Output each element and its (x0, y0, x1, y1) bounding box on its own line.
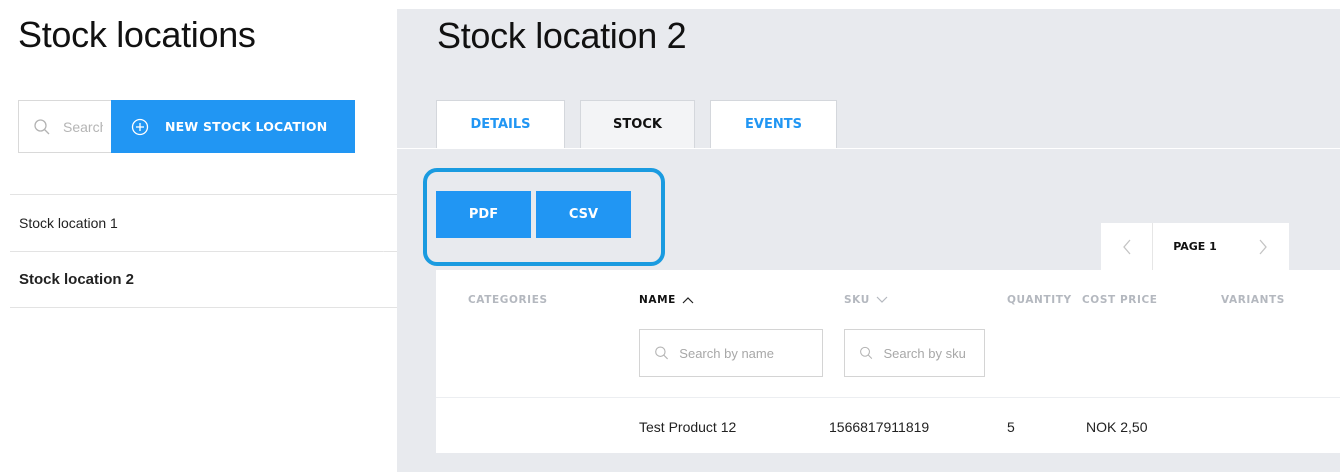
tab-stock[interactable]: STOCK (580, 100, 695, 148)
column-header-sku[interactable]: SKU (844, 294, 888, 306)
next-page-button[interactable] (1237, 223, 1289, 270)
row-divider (436, 397, 1340, 398)
page-indicator: PAGE 1 (1173, 240, 1217, 253)
column-header-categories: CATEGORIES (468, 294, 548, 306)
column-header-label: QUANTITY (1007, 294, 1072, 306)
tab-details[interactable]: DETAILS (436, 100, 565, 148)
location-search-input[interactable] (63, 118, 103, 135)
search-icon (655, 346, 668, 360)
new-stock-location-button[interactable]: NEW STOCK LOCATION (111, 100, 355, 153)
chevron-down-icon (876, 296, 888, 303)
location-item-label: Stock location 1 (19, 215, 118, 231)
name-filter-input[interactable] (679, 345, 822, 361)
column-header-label: CATEGORIES (468, 294, 548, 306)
active-item-pointer (383, 251, 397, 307)
stock-locations-panel: Stock locations NEW STOCK LOCATION Stock… (0, 0, 397, 472)
location-search[interactable] (18, 100, 112, 153)
column-header-quantity: QUANTITY (1007, 294, 1072, 306)
export-csv-button[interactable]: CSV (536, 191, 631, 238)
name-filter[interactable] (639, 329, 823, 377)
column-header-variants: VARIANTS (1221, 294, 1285, 306)
search-icon (34, 118, 50, 134)
location-item-active[interactable]: Stock location 2 (10, 251, 397, 308)
panel-title: Stock locations (18, 14, 256, 55)
stock-location-detail: Stock location 2 DETAILS STOCK EVENTS PD… (397, 9, 1340, 472)
location-item[interactable]: Stock location 1 (10, 194, 397, 251)
chevron-right-icon (1259, 239, 1267, 254)
cell-cost-price: NOK 2,50 (1086, 419, 1148, 435)
column-header-label: COST PRICE (1082, 294, 1158, 306)
pagination: PAGE 1 (1101, 223, 1289, 270)
page-title: Stock location 2 (437, 15, 687, 56)
sku-filter-input[interactable] (883, 345, 984, 361)
new-stock-location-label: NEW STOCK LOCATION (165, 119, 328, 134)
cell-quantity: 5 (1007, 419, 1015, 435)
previous-page-button[interactable] (1101, 223, 1153, 270)
chevron-left-icon (1122, 239, 1130, 254)
tab-events[interactable]: EVENTS (710, 100, 837, 148)
tab-bar: DETAILS STOCK EVENTS (436, 100, 852, 148)
plus-circle-icon (131, 118, 149, 135)
column-header-cost-price: COST PRICE (1082, 294, 1158, 306)
search-icon (860, 346, 873, 359)
column-header-label: NAME (639, 294, 676, 306)
tab-divider (397, 148, 1340, 149)
chevron-up-icon (682, 297, 694, 304)
sku-filter[interactable] (844, 329, 985, 377)
column-header-name[interactable]: NAME (639, 294, 694, 306)
export-pdf-button[interactable]: PDF (436, 191, 531, 238)
column-header-label: SKU (844, 294, 870, 306)
stock-table: CATEGORIES NAME SKU QUANTITY COST PRICE … (436, 270, 1340, 453)
location-list: Stock location 1 Stock location 2 (10, 194, 397, 308)
column-header-label: VARIANTS (1221, 294, 1285, 306)
cell-sku: 1566817911819 (829, 419, 930, 435)
cell-name: Test Product 12 (639, 419, 737, 435)
location-item-label: Stock location 2 (19, 271, 135, 288)
